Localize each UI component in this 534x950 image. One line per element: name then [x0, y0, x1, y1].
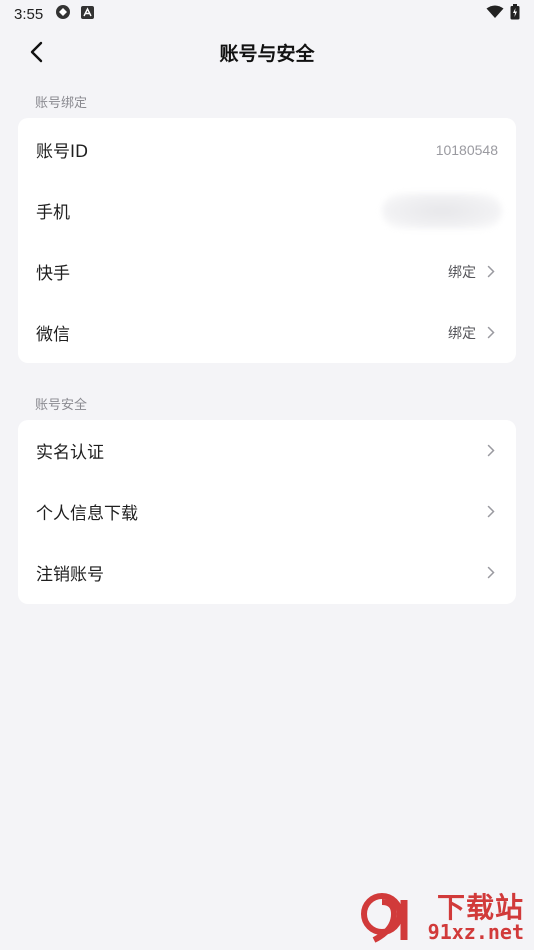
chevron-right-icon [484, 265, 498, 279]
row-phone[interactable]: 手机 [18, 180, 516, 241]
watermark: 下载站 91xz.net [360, 886, 530, 946]
row-label: 实名认证 [36, 443, 104, 463]
page-title: 账号与安全 [219, 42, 315, 65]
wifi-icon [486, 5, 504, 23]
battery-icon [510, 4, 520, 24]
status-time: 3:55 [14, 5, 44, 23]
row-label: 快手 [36, 264, 70, 284]
watermark-logo-icon [361, 893, 408, 943]
nav-bar: 账号与安全 [0, 28, 534, 76]
bind-status: 绑定 [448, 264, 476, 281]
binding-card: 账号ID 10180548 手机 快手 绑定 微信 绑定 [18, 118, 516, 363]
row-label: 微信 [36, 325, 70, 345]
row-label: 注销账号 [36, 565, 104, 585]
back-button[interactable] [22, 38, 50, 66]
chevron-left-icon [30, 41, 43, 63]
account-id-value: 10180548 [435, 141, 498, 158]
watermark-en: 91xz.net [427, 920, 524, 944]
sync-icon [55, 4, 71, 24]
a-app-icon [81, 5, 95, 23]
row-wechat[interactable]: 微信 绑定 [18, 302, 516, 363]
bind-status: 绑定 [448, 325, 476, 342]
chevron-right-icon [484, 444, 498, 458]
chevron-right-icon [484, 326, 498, 340]
row-real-name-verification[interactable]: 实名认证 [18, 420, 516, 481]
row-delete-account[interactable]: 注销账号 [18, 542, 516, 603]
phone-number-blurred [382, 192, 502, 229]
status-bar: 3:55 [0, 0, 534, 28]
section-label-binding: 账号绑定 [35, 96, 88, 111]
row-label: 手机 [36, 203, 70, 223]
row-personal-info-download[interactable]: 个人信息下载 [18, 481, 516, 542]
chevron-right-icon [484, 505, 498, 519]
security-card: 实名认证 个人信息下载 注销账号 [18, 420, 516, 604]
row-label: 个人信息下载 [36, 504, 138, 524]
row-label: 账号ID [36, 142, 89, 162]
chevron-right-icon [484, 566, 498, 580]
row-kuaishou[interactable]: 快手 绑定 [18, 241, 516, 302]
row-account-id[interactable]: 账号ID 10180548 [18, 119, 516, 180]
section-label-security: 账号安全 [35, 398, 88, 413]
